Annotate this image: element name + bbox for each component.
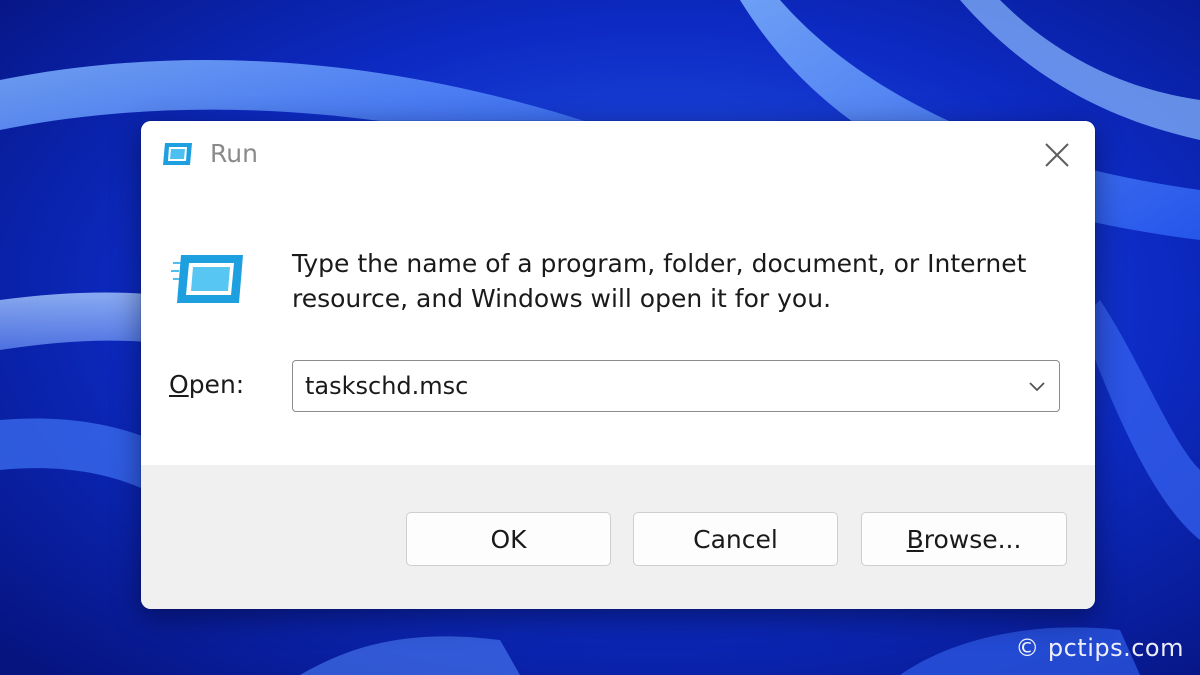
close-button[interactable] — [1035, 135, 1079, 175]
close-icon — [1045, 143, 1069, 167]
description-text: Type the name of a program, folder, docu… — [292, 249, 1027, 313]
desktop: Run Type the name of a program, folder, … — [0, 0, 1200, 675]
cancel-button-label: Cancel — [693, 524, 778, 554]
ok-button[interactable]: OK — [406, 512, 611, 566]
open-label-text: pen: — [188, 370, 245, 399]
browse-button-label: rowse... — [923, 524, 1022, 554]
title-bar[interactable]: Run — [141, 121, 1095, 191]
chevron-down-icon[interactable] — [1025, 374, 1049, 398]
open-label: Open: — [169, 369, 244, 401]
dialog-content: Type the name of a program, folder, docu… — [141, 191, 1095, 465]
ok-button-label: OK — [490, 524, 527, 554]
watermark: © pctips.com — [1015, 634, 1184, 662]
cancel-button[interactable]: Cancel — [633, 512, 838, 566]
browse-button[interactable]: Browse... — [861, 512, 1067, 566]
run-icon — [171, 255, 243, 303]
run-icon — [163, 143, 192, 165]
open-combobox[interactable] — [292, 360, 1060, 412]
window-title: Run — [210, 139, 258, 168]
run-dialog: Run Type the name of a program, folder, … — [141, 121, 1095, 609]
open-input[interactable] — [305, 361, 1005, 410]
button-bar: OK Cancel Browse... — [141, 465, 1095, 609]
browse-mnemonic: B — [906, 524, 924, 554]
open-label-mnemonic: O — [169, 370, 189, 399]
